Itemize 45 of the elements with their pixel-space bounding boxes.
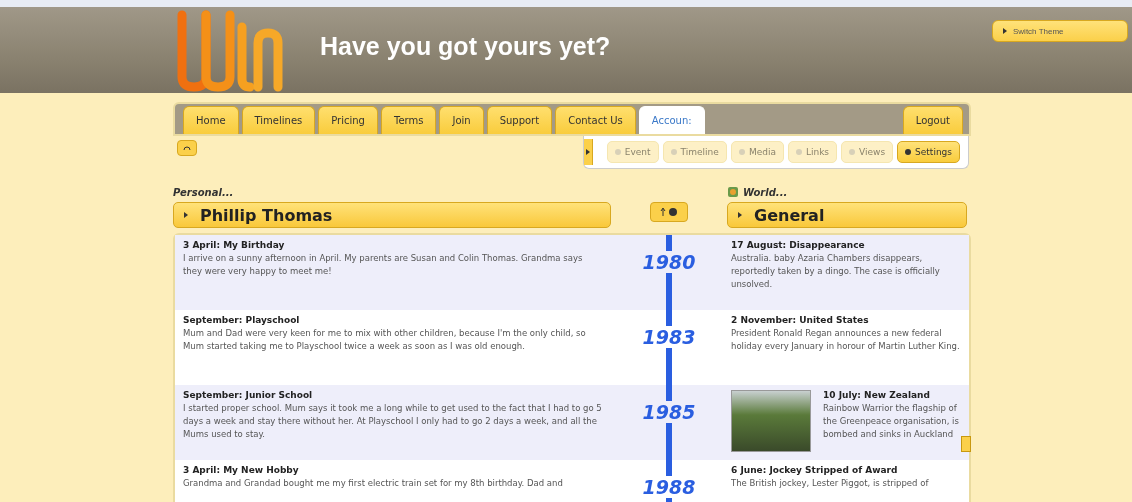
nav-tab[interactable]: Support <box>486 106 553 134</box>
event-text: Mum and Dad were very keen for me to mix with other children, because I'm the only child, so Mum started taking me to Playschool twice a week as soon as I was old enough. <box>183 327 587 353</box>
event-title: 3 April: My New Hobby <box>183 465 300 475</box>
event-title: 17 August: Disappearance <box>731 240 866 250</box>
timeline-name-bar[interactable]: Phillip Thomas <box>173 202 611 228</box>
nav-tab[interactable]: Contact Us <box>555 106 636 134</box>
arc-icon <box>183 145 191 151</box>
event-text: Grandma and Grandad bought me my first electric train set for my 8th birthday. Dad and <box>183 477 564 490</box>
nav-tab[interactable]: Join <box>439 106 484 134</box>
scroll-handle[interactable] <box>961 436 971 452</box>
nav-tab[interactable]: Accoun: <box>638 106 705 134</box>
event-text: The British jockey, Lester Piggot, is stripped of <box>731 477 929 490</box>
tagline: Have you got yours yet? <box>320 31 611 61</box>
nav-tab[interactable]: Terms <box>381 106 437 134</box>
add-button[interactable] <box>650 202 688 222</box>
event-text: I started proper school. Mum says it took me a long while to get used to the fact that I had to go 5 days a week and stay there without her. At Playschool I only had to go 2 days a week, and all the Mums used to stay. <box>183 402 603 441</box>
event-text: Australia. baby Azaria Chambers disappears, reportedly taken by a dingo. The case is officially unsolved. <box>731 252 941 291</box>
section-heading: World... <box>743 186 788 198</box>
nav-tab[interactable]: Pricing <box>318 106 378 134</box>
section-heading: Personal... <box>173 186 234 198</box>
event-title: 3 April: My Birthday <box>183 240 286 250</box>
year-label: 1985 <box>640 401 698 423</box>
event-text: President Ronald Regan announces a new federal holiday every January in horour of Martin Luther King. <box>731 327 961 353</box>
nav-tab[interactable]: Timelines <box>241 106 316 134</box>
switch-theme-button[interactable]: Switch Theme <box>992 20 1128 42</box>
event-title: 6 June: Jockey Stripped of Award <box>731 465 899 475</box>
event-title: September: Playschool <box>183 315 301 325</box>
logout-tab[interactable]: Logout <box>902 106 963 134</box>
event-text: Rainbow Warrior the flagship of the Greenpeace organisation, is bombed and sinks in Auckland <box>823 402 960 441</box>
globe-icon <box>727 186 739 198</box>
timeline-name-bar[interactable]: General <box>727 202 967 228</box>
triangle-icon <box>1003 28 1007 34</box>
event-title: 2 November: United States <box>731 315 870 325</box>
up-arrow-dot-icon <box>659 207 679 217</box>
triangle-icon <box>585 149 590 155</box>
year-label: 1988 <box>640 476 698 498</box>
toolbar-button[interactable]: Settings <box>897 141 960 163</box>
year-label: 1980 <box>640 251 698 273</box>
event-title: 10 July: New Zealand <box>823 390 931 400</box>
event-text: I arrive on a sunny afternoon in April. My parents are Susan and Colin Thomas. Grandma says they were very happy to meet me! <box>183 252 584 278</box>
nav-tab[interactable]: Home <box>183 106 239 134</box>
event-title: September: Junior School <box>183 390 314 400</box>
toolbar-handle[interactable] <box>583 139 593 165</box>
refresh-button[interactable] <box>177 140 197 156</box>
year-label: 1983 <box>640 326 698 348</box>
